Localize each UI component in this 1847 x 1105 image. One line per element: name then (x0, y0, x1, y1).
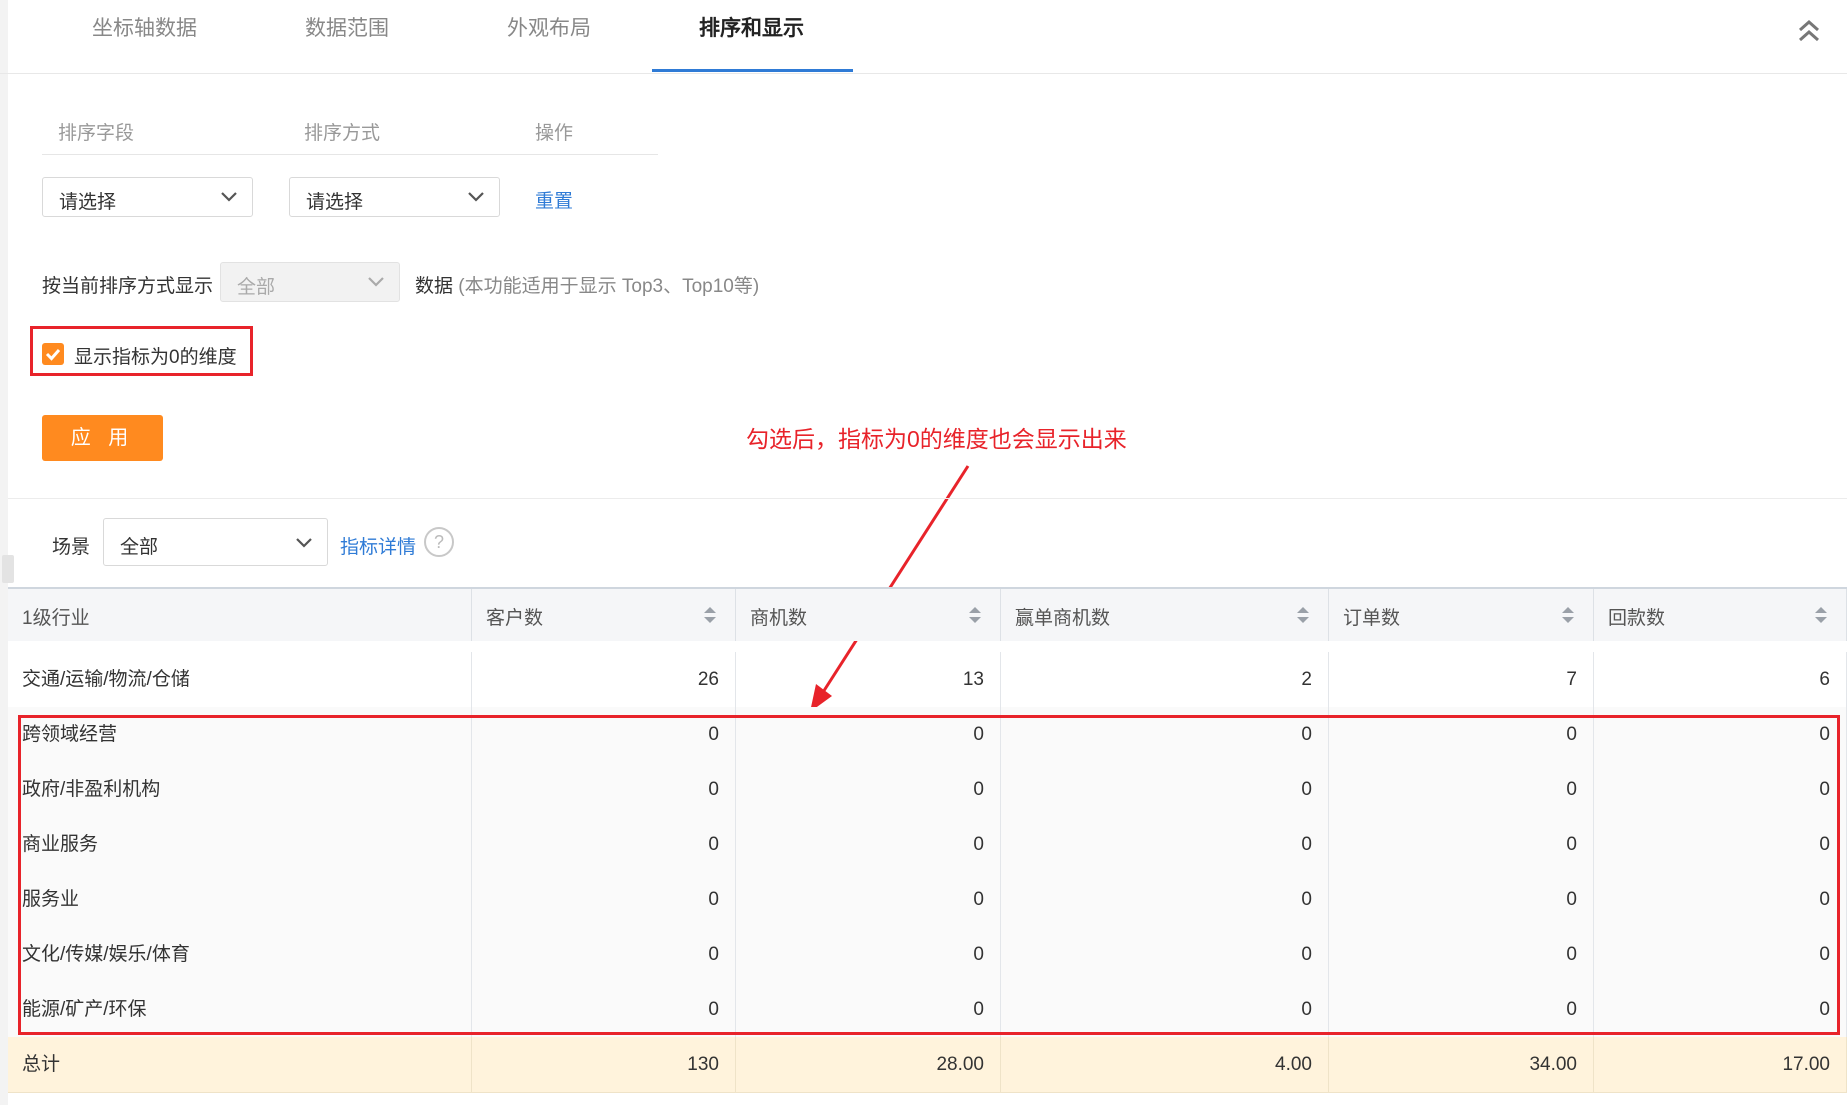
sort-method-select[interactable]: 请选择 (289, 177, 500, 217)
sort-field-select-value: 请选择 (59, 192, 117, 213)
header-divider (42, 154, 658, 155)
topn-suffix-note: (本功能适用于显示 Top3、Top10等) (458, 276, 760, 297)
table-cell-value: 17.00 (1594, 1037, 1847, 1092)
sort-icon[interactable] (968, 605, 982, 625)
topn-prefix-label: 按当前排序方式显示 (42, 276, 214, 297)
chevron-down-icon (296, 538, 312, 548)
table-cell-value: 7 (1329, 652, 1594, 707)
annotation-text: 勾选后，指标为0的维度也会显示出来 (746, 426, 1127, 452)
column-header-label: 商机数 (750, 608, 808, 629)
chevron-down-icon (221, 192, 237, 202)
column-header-label: 客户数 (486, 608, 544, 629)
sort-icon[interactable] (703, 605, 717, 625)
scene-select-value: 全部 (120, 537, 159, 558)
help-icon[interactable]: ? (424, 527, 454, 557)
tab-appearance-layout[interactable]: 外观布局 (507, 12, 591, 42)
tab-sort-display[interactable]: 排序和显示 (699, 12, 804, 42)
action-header: 操作 (535, 123, 574, 144)
highlight-box-zero-rows (18, 715, 1840, 1035)
column-header[interactable]: 赢单商机数 (1001, 589, 1329, 641)
panel-resize-handle[interactable] (2, 555, 14, 583)
double-chevron-up-icon[interactable] (1796, 16, 1822, 44)
tab-data-range[interactable]: 数据范围 (305, 12, 389, 42)
apply-button[interactable]: 应 用 (42, 415, 163, 461)
table-total-row: 总计 130 28.00 4.00 34.00 17.00 (8, 1037, 1847, 1093)
sort-icon[interactable] (1561, 605, 1575, 625)
column-header-label: 1级行业 (22, 608, 90, 629)
table-cell-value: 6 (1594, 652, 1847, 707)
sort-icon[interactable] (1814, 605, 1828, 625)
show-zero-checkbox[interactable] (42, 343, 64, 365)
table-cell-value: 130 (472, 1037, 736, 1092)
column-header-label: 赢单商机数 (1015, 608, 1111, 629)
column-header[interactable]: 回款数 (1594, 589, 1847, 641)
sort-icon[interactable] (1296, 605, 1310, 625)
topn-select: 全部 (220, 262, 400, 302)
table-cell-value: 34.00 (1329, 1037, 1594, 1092)
topn-select-value: 全部 (237, 277, 276, 298)
table-cell-value: 4.00 (1001, 1037, 1329, 1092)
chevron-down-icon (468, 192, 484, 202)
table-cell-dimension: 总计 (8, 1037, 472, 1092)
table-cell-dimension: 交通/运输/物流/仓储 (8, 652, 472, 707)
column-header[interactable]: 客户数 (472, 589, 736, 641)
column-header[interactable]: 订单数 (1329, 589, 1594, 641)
checkmark-icon (45, 349, 61, 361)
tab-axis-data[interactable]: 坐标轴数据 (92, 12, 197, 42)
chevron-down-icon (368, 277, 384, 287)
sort-method-header: 排序方式 (304, 123, 381, 144)
active-tab-indicator (652, 69, 853, 72)
column-header-label: 回款数 (1608, 608, 1666, 629)
table-cell-value: 2 (1001, 652, 1329, 707)
section-divider (8, 498, 1847, 499)
table-cell-value: 28.00 (736, 1037, 1001, 1092)
metric-detail-link[interactable]: 指标详情 (340, 532, 416, 559)
column-header: 1级行业 (8, 589, 472, 641)
reset-link[interactable]: 重置 (535, 186, 573, 213)
column-header-label: 订单数 (1343, 608, 1401, 629)
tab-bar: 坐标轴数据 数据范围 外观布局 排序和显示 (0, 0, 1847, 74)
table-cell-value: 26 (472, 652, 736, 707)
table-row: 交通/运输/物流/仓储 26 13 2 7 6 (8, 652, 1847, 708)
sort-method-select-value: 请选择 (306, 192, 364, 213)
table-cell-value: 13 (736, 652, 1001, 707)
scene-label: 场景 (52, 537, 91, 558)
sort-field-select[interactable]: 请选择 (42, 177, 253, 217)
topn-suffix: 数据 (本功能适用于显示 Top3、Top10等) (415, 271, 759, 298)
show-zero-checkbox-label[interactable]: 显示指标为0的维度 (74, 342, 237, 369)
scene-select[interactable]: 全部 (103, 518, 328, 566)
column-header[interactable]: 商机数 (736, 589, 1001, 641)
table-header: 1级行业 客户数 商机数 赢单商机数 订单数 回款数 (8, 589, 1847, 641)
left-panel-edge (0, 0, 8, 1105)
sort-field-header: 排序字段 (58, 123, 135, 144)
topn-suffix-main: 数据 (415, 276, 454, 297)
